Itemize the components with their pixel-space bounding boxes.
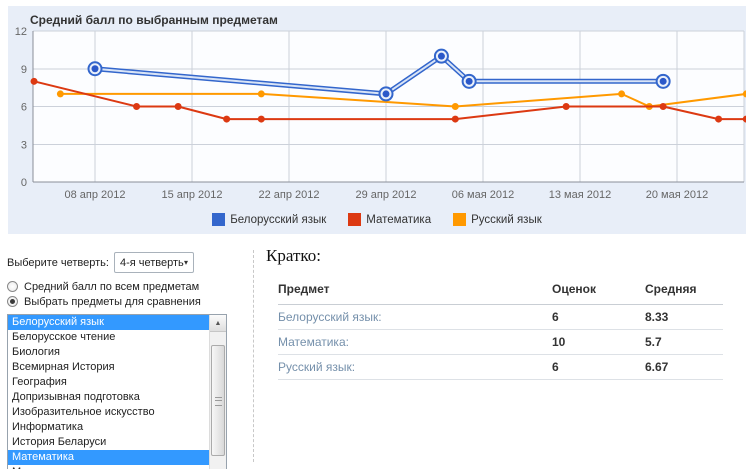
average-value: 5.7 bbox=[645, 330, 723, 355]
subject-link[interactable]: Белорусский язык: bbox=[278, 305, 552, 330]
summary-header-row: ПредметОценокСредняя bbox=[278, 282, 723, 305]
page: 0 3 6 9 12 08 апр 2012 15 апр 2012 22 апр 2012 2… bbox=[0, 0, 750, 469]
average-value: 6.67 bbox=[645, 355, 723, 380]
average-value: 8.33 bbox=[645, 305, 723, 330]
legend-swatch bbox=[212, 213, 225, 226]
subject-link[interactable]: Русский язык: bbox=[278, 355, 552, 380]
subject-list: Белорусский языкБелорусское чтениеБиолог… bbox=[8, 315, 226, 469]
list-item[interactable]: Информатика bbox=[8, 420, 226, 435]
summary-table: ПредметОценокСредняя Белорусский язык:68… bbox=[278, 282, 723, 380]
controls-panel: Выберите четверть: 4-я четверть ▾ Средни… bbox=[7, 252, 229, 469]
svg-text:06 мая 2012: 06 мая 2012 bbox=[452, 189, 514, 201]
svg-text:22 апр 2012: 22 апр 2012 bbox=[258, 189, 319, 201]
list-item[interactable]: Допризывная подготовка bbox=[8, 390, 226, 405]
thumb-grip-icon bbox=[215, 397, 222, 406]
vertical-divider bbox=[253, 250, 254, 462]
list-item[interactable]: Белорусское чтение bbox=[8, 330, 226, 345]
list-item[interactable]: История Беларуси bbox=[8, 435, 226, 450]
legend-label: Белорусский язык bbox=[230, 214, 326, 226]
legend-item: Белорусский язык bbox=[212, 213, 326, 226]
quarter-select-value: 4-я четверть bbox=[120, 257, 184, 269]
legend-item: Русский язык bbox=[453, 213, 542, 226]
radio-button-icon[interactable] bbox=[7, 281, 18, 292]
list-item[interactable]: География bbox=[8, 375, 226, 390]
list-item[interactable]: Белорусский язык bbox=[8, 315, 226, 330]
column-header: Оценок bbox=[552, 282, 645, 305]
table-row: Математика:105.7 bbox=[278, 330, 723, 355]
svg-text:20 мая 2012: 20 мая 2012 bbox=[646, 189, 708, 201]
list-item[interactable]: Изобразительное искусство bbox=[8, 405, 226, 420]
table-row: Русский язык:66.67 bbox=[278, 355, 723, 380]
legend-label: Русский язык bbox=[471, 214, 542, 226]
summary-panel: Кратко: ПредметОценокСредняя Белорусский… bbox=[266, 246, 723, 380]
chart-legend: Белорусский язык Математика Русский язык bbox=[8, 213, 746, 226]
radio-label: Выбрать предметы для сравнения bbox=[24, 296, 201, 308]
svg-text:6: 6 bbox=[21, 102, 27, 114]
radio-label: Средний балл по всем предметам bbox=[24, 281, 199, 293]
svg-text:29 апр 2012: 29 апр 2012 bbox=[355, 189, 416, 201]
svg-text:15 апр 2012: 15 апр 2012 bbox=[161, 189, 222, 201]
scrollbar-thumb[interactable] bbox=[211, 345, 225, 456]
column-header: Средняя bbox=[645, 282, 723, 305]
radio-group: Средний балл по всем предметам Выбрать пр… bbox=[7, 279, 229, 309]
list-item[interactable]: Биология bbox=[8, 345, 226, 360]
chart-canvas: 0 3 6 9 12 08 апр 2012 15 апр 2012 22 апр 2012 2… bbox=[8, 6, 746, 210]
up-arrow-icon: ▲ bbox=[215, 320, 222, 327]
legend-swatch bbox=[453, 213, 466, 226]
chart-title: Средний балл по выбранным предметам bbox=[30, 13, 278, 27]
scroll-up-button[interactable]: ▲ bbox=[210, 315, 226, 332]
radio-button-icon[interactable] bbox=[7, 296, 18, 307]
svg-text:13 мая 2012: 13 мая 2012 bbox=[549, 189, 611, 201]
subject-listbox[interactable]: Белорусский языкБелорусское чтениеБиолог… bbox=[7, 314, 227, 469]
svg-text:0: 0 bbox=[21, 177, 27, 189]
subject-link[interactable]: Математика: bbox=[278, 330, 552, 355]
quarter-row: Выберите четверть: 4-я четверть ▾ bbox=[7, 252, 229, 273]
grades-count: 6 bbox=[552, 355, 645, 380]
chart-widget: 0 3 6 9 12 08 апр 2012 15 апр 2012 22 апр 2012 2… bbox=[8, 6, 746, 234]
grades-count: 10 bbox=[552, 330, 645, 355]
svg-text:9: 9 bbox=[21, 64, 27, 76]
chevron-down-icon: ▾ bbox=[184, 259, 188, 267]
legend-swatch bbox=[348, 213, 361, 226]
summary-title: Кратко: bbox=[266, 246, 723, 266]
list-item[interactable]: Всемирная История bbox=[8, 360, 226, 375]
quarter-select[interactable]: 4-я четверть ▾ bbox=[114, 252, 194, 273]
list-item[interactable]: Медицинская подготовка bbox=[8, 465, 226, 469]
scrollbar[interactable]: ▲ bbox=[209, 315, 226, 469]
svg-text:08 апр 2012: 08 апр 2012 bbox=[64, 189, 125, 201]
column-header: Предмет bbox=[278, 282, 552, 305]
radio-option[interactable]: Выбрать предметы для сравнения bbox=[7, 294, 229, 309]
quarter-label: Выберите четверть: bbox=[7, 257, 109, 269]
svg-text:3: 3 bbox=[21, 139, 27, 151]
legend-item: Математика bbox=[348, 213, 431, 226]
svg-text:12: 12 bbox=[15, 26, 27, 38]
table-row: Белорусский язык:68.33 bbox=[278, 305, 723, 330]
grades-count: 6 bbox=[552, 305, 645, 330]
radio-option[interactable]: Средний балл по всем предметам bbox=[7, 279, 229, 294]
legend-label: Математика bbox=[366, 214, 431, 226]
list-item[interactable]: Математика bbox=[8, 450, 226, 465]
